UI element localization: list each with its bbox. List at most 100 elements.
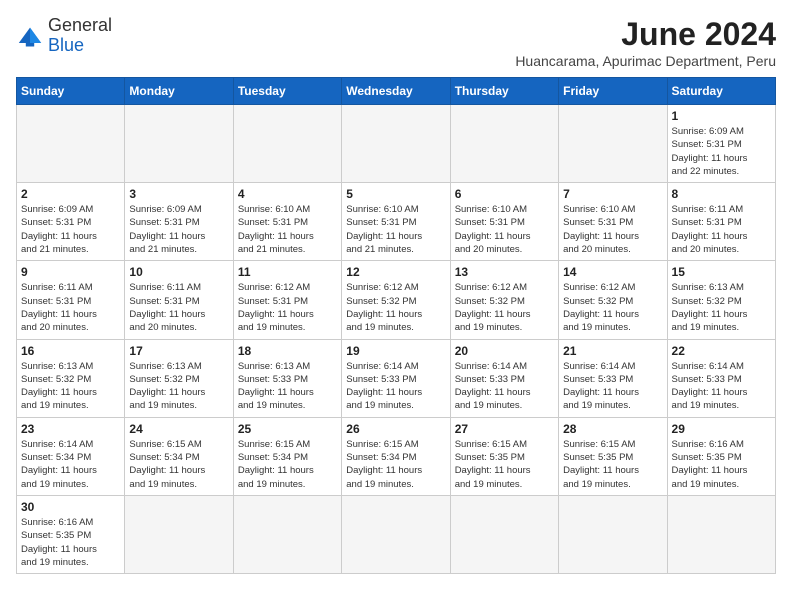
calendar-cell (450, 105, 558, 183)
day-number: 25 (238, 422, 337, 436)
day-number: 21 (563, 344, 662, 358)
calendar-cell (342, 495, 450, 573)
calendar-cell: 15 Sunrise: 6:13 AM Sunset: 5:32 PM Dayli… (667, 261, 775, 339)
day-info: Sunrise: 6:09 AM Sunset: 5:31 PM Dayligh… (21, 203, 120, 256)
day-info: Sunrise: 6:12 AM Sunset: 5:32 PM Dayligh… (563, 281, 662, 334)
title-block: June 2024 Huancarama, Apurimac Departmen… (515, 16, 776, 69)
calendar-cell (17, 105, 125, 183)
day-number: 15 (672, 265, 771, 279)
day-number: 16 (21, 344, 120, 358)
day-number: 29 (672, 422, 771, 436)
calendar-cell: 17 Sunrise: 6:13 AM Sunset: 5:32 PM Dayli… (125, 339, 233, 417)
calendar-cell (559, 495, 667, 573)
day-number: 24 (129, 422, 228, 436)
calendar-cell: 9 Sunrise: 6:11 AM Sunset: 5:31 PM Daylig… (17, 261, 125, 339)
day-number: 17 (129, 344, 228, 358)
page-header: General Blue June 2024 Huancarama, Apuri… (16, 16, 776, 69)
calendar-cell: 29 Sunrise: 6:16 AM Sunset: 5:35 PM Dayli… (667, 417, 775, 495)
day-number: 8 (672, 187, 771, 201)
calendar-cell (233, 495, 341, 573)
month-year-title: June 2024 (515, 16, 776, 53)
day-info: Sunrise: 6:15 AM Sunset: 5:34 PM Dayligh… (129, 438, 228, 491)
day-number: 12 (346, 265, 445, 279)
day-number: 13 (455, 265, 554, 279)
header-day-saturday: Saturday (667, 78, 775, 105)
day-number: 23 (21, 422, 120, 436)
calendar-cell: 30 Sunrise: 6:16 AM Sunset: 5:35 PM Dayli… (17, 495, 125, 573)
calendar-cell: 7 Sunrise: 6:10 AM Sunset: 5:31 PM Daylig… (559, 183, 667, 261)
day-number: 11 (238, 265, 337, 279)
logo-blue: Blue (48, 35, 84, 55)
calendar-table: SundayMondayTuesdayWednesdayThursdayFrid… (16, 77, 776, 574)
day-info: Sunrise: 6:09 AM Sunset: 5:31 PM Dayligh… (129, 203, 228, 256)
day-info: Sunrise: 6:12 AM Sunset: 5:31 PM Dayligh… (238, 281, 337, 334)
logo: General Blue (16, 16, 112, 56)
calendar-cell: 5Sunrise: 6:10 AM Sunset: 5:31 PM Daylig… (342, 183, 450, 261)
day-number: 28 (563, 422, 662, 436)
day-info: Sunrise: 6:15 AM Sunset: 5:35 PM Dayligh… (563, 438, 662, 491)
day-info: Sunrise: 6:15 AM Sunset: 5:34 PM Dayligh… (238, 438, 337, 491)
header-day-monday: Monday (125, 78, 233, 105)
day-number: 6 (455, 187, 554, 201)
day-info: Sunrise: 6:10 AM Sunset: 5:31 PM Dayligh… (563, 203, 662, 256)
calendar-week-row: 23 Sunrise: 6:14 AM Sunset: 5:34 PM Dayli… (17, 417, 776, 495)
day-info: Sunrise: 6:15 AM Sunset: 5:34 PM Dayligh… (346, 438, 445, 491)
day-info: Sunrise: 6:10 AM Sunset: 5:31 PM Dayligh… (455, 203, 554, 256)
day-info: Sunrise: 6:13 AM Sunset: 5:33 PM Dayligh… (238, 360, 337, 413)
day-number: 3 (129, 187, 228, 201)
calendar-week-row: 30 Sunrise: 6:16 AM Sunset: 5:35 PM Dayli… (17, 495, 776, 573)
day-info: Sunrise: 6:13 AM Sunset: 5:32 PM Dayligh… (21, 360, 120, 413)
logo-general: General (48, 15, 112, 35)
day-info: Sunrise: 6:13 AM Sunset: 5:32 PM Dayligh… (672, 281, 771, 334)
calendar-cell (125, 105, 233, 183)
day-number: 2 (21, 187, 120, 201)
header-day-wednesday: Wednesday (342, 78, 450, 105)
calendar-week-row: 1Sunrise: 6:09 AM Sunset: 5:31 PM Daylig… (17, 105, 776, 183)
calendar-cell: 16 Sunrise: 6:13 AM Sunset: 5:32 PM Dayli… (17, 339, 125, 417)
day-info: Sunrise: 6:11 AM Sunset: 5:31 PM Dayligh… (21, 281, 120, 334)
day-number: 4 (238, 187, 337, 201)
calendar-week-row: 2 Sunrise: 6:09 AM Sunset: 5:31 PM Daylig… (17, 183, 776, 261)
day-number: 9 (21, 265, 120, 279)
calendar-cell: 24 Sunrise: 6:15 AM Sunset: 5:34 PM Dayli… (125, 417, 233, 495)
day-number: 30 (21, 500, 120, 514)
day-info: Sunrise: 6:15 AM Sunset: 5:35 PM Dayligh… (455, 438, 554, 491)
calendar-cell: 11 Sunrise: 6:12 AM Sunset: 5:31 PM Dayli… (233, 261, 341, 339)
day-info: Sunrise: 6:16 AM Sunset: 5:35 PM Dayligh… (21, 516, 120, 569)
day-number: 27 (455, 422, 554, 436)
day-number: 10 (129, 265, 228, 279)
header-day-sunday: Sunday (17, 78, 125, 105)
day-number: 18 (238, 344, 337, 358)
calendar-cell: 10 Sunrise: 6:11 AM Sunset: 5:31 PM Dayli… (125, 261, 233, 339)
day-info: Sunrise: 6:10 AM Sunset: 5:31 PM Dayligh… (346, 203, 445, 256)
header-day-tuesday: Tuesday (233, 78, 341, 105)
calendar-header-row: SundayMondayTuesdayWednesdayThursdayFrid… (17, 78, 776, 105)
day-info: Sunrise: 6:11 AM Sunset: 5:31 PM Dayligh… (672, 203, 771, 256)
calendar-week-row: 9 Sunrise: 6:11 AM Sunset: 5:31 PM Daylig… (17, 261, 776, 339)
calendar-cell: 23 Sunrise: 6:14 AM Sunset: 5:34 PM Dayli… (17, 417, 125, 495)
header-day-friday: Friday (559, 78, 667, 105)
calendar-cell: 25 Sunrise: 6:15 AM Sunset: 5:34 PM Dayli… (233, 417, 341, 495)
day-number: 7 (563, 187, 662, 201)
day-info: Sunrise: 6:16 AM Sunset: 5:35 PM Dayligh… (672, 438, 771, 491)
header-day-thursday: Thursday (450, 78, 558, 105)
calendar-cell: 12Sunrise: 6:12 AM Sunset: 5:32 PM Dayli… (342, 261, 450, 339)
day-info: Sunrise: 6:10 AM Sunset: 5:31 PM Dayligh… (238, 203, 337, 256)
calendar-cell: 1Sunrise: 6:09 AM Sunset: 5:31 PM Daylig… (667, 105, 775, 183)
day-number: 20 (455, 344, 554, 358)
logo-icon (16, 22, 44, 50)
day-info: Sunrise: 6:13 AM Sunset: 5:32 PM Dayligh… (129, 360, 228, 413)
calendar-cell: 28 Sunrise: 6:15 AM Sunset: 5:35 PM Dayli… (559, 417, 667, 495)
day-number: 19 (346, 344, 445, 358)
day-info: Sunrise: 6:14 AM Sunset: 5:33 PM Dayligh… (563, 360, 662, 413)
day-info: Sunrise: 6:11 AM Sunset: 5:31 PM Dayligh… (129, 281, 228, 334)
calendar-cell (559, 105, 667, 183)
calendar-cell: 19 Sunrise: 6:14 AM Sunset: 5:33 PM Dayli… (342, 339, 450, 417)
calendar-cell: 14Sunrise: 6:12 AM Sunset: 5:32 PM Dayli… (559, 261, 667, 339)
day-number: 1 (672, 109, 771, 123)
day-info: Sunrise: 6:14 AM Sunset: 5:34 PM Dayligh… (21, 438, 120, 491)
calendar-cell (450, 495, 558, 573)
calendar-cell: 18 Sunrise: 6:13 AM Sunset: 5:33 PM Dayli… (233, 339, 341, 417)
day-info: Sunrise: 6:14 AM Sunset: 5:33 PM Dayligh… (346, 360, 445, 413)
calendar-cell: 3 Sunrise: 6:09 AM Sunset: 5:31 PM Daylig… (125, 183, 233, 261)
